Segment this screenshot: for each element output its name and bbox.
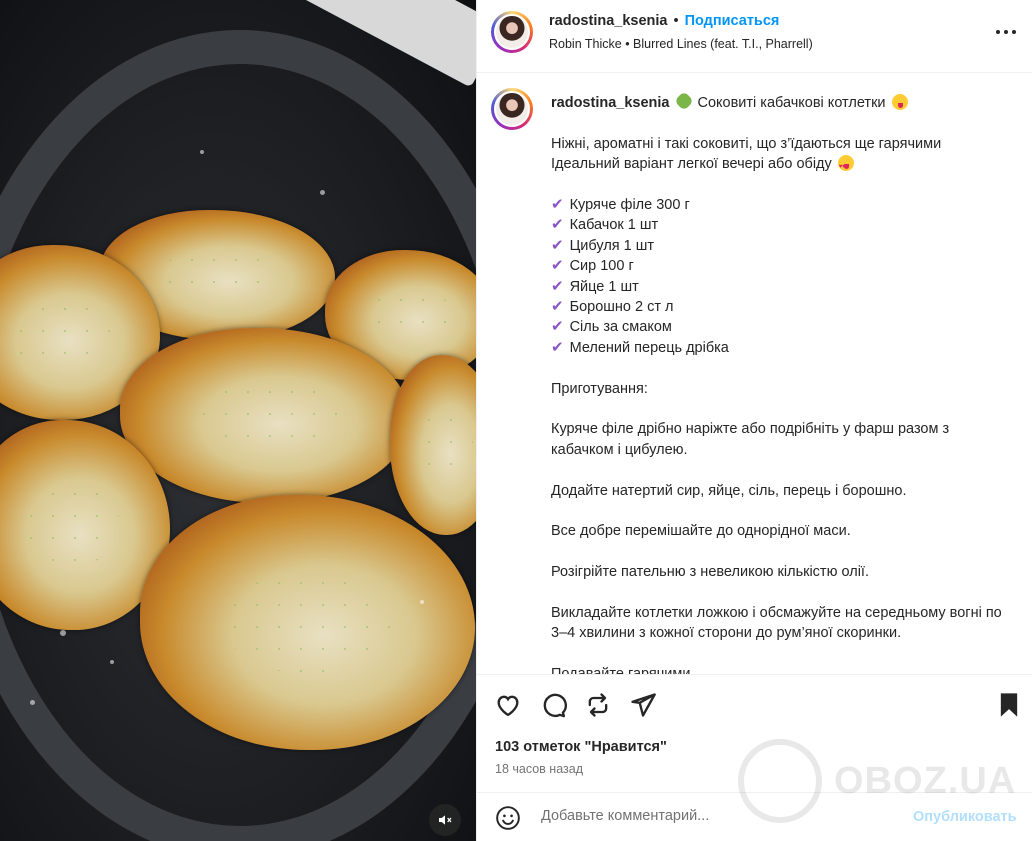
avatar[interactable]: [491, 88, 533, 130]
action-bar: 103 отметок "Нравится" 18 часов назад: [477, 674, 1032, 792]
prep-step: Додайте натертий сир, яйце, сіль, перець…: [551, 482, 907, 499]
follow-button[interactable]: Подписаться: [685, 13, 780, 29]
caption-text-line: Ідеальний варіант легкої вечері або обід…: [551, 154, 1011, 178]
prep-step: Куряче філе дрібно наріжте або подрібніт…: [551, 421, 954, 458]
patty: [120, 328, 410, 503]
separator-dot: •: [673, 13, 679, 29]
ingredient-item: ✔ Кабачок 1 шт: [551, 216, 659, 234]
share-icon[interactable]: [629, 691, 657, 719]
caption-text: Ідеальний варіант легкої вечері або обід…: [551, 156, 832, 173]
comment-input[interactable]: [539, 807, 873, 825]
mute-button[interactable]: [429, 804, 461, 836]
ingredient-item: ✔ Борошно 2 ст л: [551, 298, 674, 316]
prep-step: Розігрійте пательню з невеликою кількіст…: [551, 564, 869, 581]
author-username[interactable]: radostina_ksenia: [549, 13, 667, 29]
mute-icon: [439, 815, 452, 825]
more-icon[interactable]: [996, 30, 1018, 36]
comment-icon[interactable]: [539, 691, 567, 719]
checkmark-icon: ✔: [551, 277, 564, 295]
checkmark-icon: ✔: [551, 216, 564, 234]
caption-title: Соковиті кабачкові котлетки: [697, 95, 886, 111]
checkmark-icon: ✔: [551, 338, 564, 356]
oil-bubble: [60, 630, 66, 636]
caption-scroll-area[interactable]: radostina_ksenia Соковиті кабачкові котле…: [477, 74, 1032, 674]
checkmark-icon: ✔: [551, 236, 564, 254]
comment-bar: Опубликовать: [477, 792, 1032, 841]
repost-icon[interactable]: [584, 691, 612, 719]
post-panel: radostina_ksenia • Подписаться Robin Thick…: [476, 0, 1032, 841]
caption-title-line: radostina_ksenia Соковиті кабачкові котле…: [551, 91, 1011, 113]
ingredient-item: ✔ Куряче філе 300 г: [551, 196, 690, 213]
oil-bubble: [30, 700, 35, 705]
emoji-icon[interactable]: [495, 805, 521, 831]
prep-step: Все добре перемішайте до однорідної маси…: [551, 523, 851, 540]
prep-heading: Приготування:: [551, 380, 648, 397]
prep-step: Викладайте котлетки ложкою і обсмажуйте …: [551, 605, 1006, 642]
checkmark-icon: ✔: [551, 196, 564, 213]
caption-text: Ніжні, ароматні і такі соковиті, що з’їд…: [551, 135, 942, 152]
post-media-video[interactable]: [0, 0, 476, 841]
heart-icon[interactable]: [494, 691, 522, 719]
bookmark-icon[interactable]: [995, 691, 1023, 719]
prep-step: Подавайте гарячими: [551, 664, 1011, 674]
checkmark-icon: ✔: [551, 318, 564, 336]
heart-eyes-emoji-icon: [837, 155, 854, 178]
ingredient-item: ✔ Мелений перець дрібка: [551, 338, 729, 356]
oil-bubble: [200, 150, 204, 154]
caption-username[interactable]: radostina_ksenia: [551, 95, 669, 111]
ingredient-item: ✔ Сир 100 г: [551, 257, 634, 275]
post-header: radostina_ksenia • Подписаться Robin Thick…: [477, 0, 1032, 73]
post-timestamp[interactable]: 18 часов назад: [495, 762, 583, 776]
avatar[interactable]: [491, 11, 533, 53]
checkmark-icon: ✔: [551, 257, 564, 275]
oil-bubble: [110, 660, 114, 664]
ingredient-item: ✔ Яйце 1 шт: [551, 277, 639, 295]
oil-bubble: [420, 600, 424, 604]
audio-track-link[interactable]: Robin Thicke • Blurred Lines (feat. T.I.…: [549, 37, 813, 51]
tongue-face-emoji-icon: [891, 94, 908, 110]
oil-bubble: [320, 190, 325, 195]
publish-button[interactable]: Опубликовать: [913, 809, 1017, 825]
ingredient-item: ✔ Сіль за смаком: [551, 318, 672, 336]
checkmark-icon: ✔: [551, 298, 564, 316]
likes-count[interactable]: 103 отметок "Нравится": [495, 739, 667, 755]
header-line: radostina_ksenia • Подписаться: [549, 13, 779, 29]
ingredient-item: ✔ Цибуля 1 шт: [551, 236, 655, 254]
cucumber-emoji-icon: [674, 91, 695, 111]
post-caption: radostina_ksenia Соковиті кабачкові котле…: [551, 91, 1011, 674]
